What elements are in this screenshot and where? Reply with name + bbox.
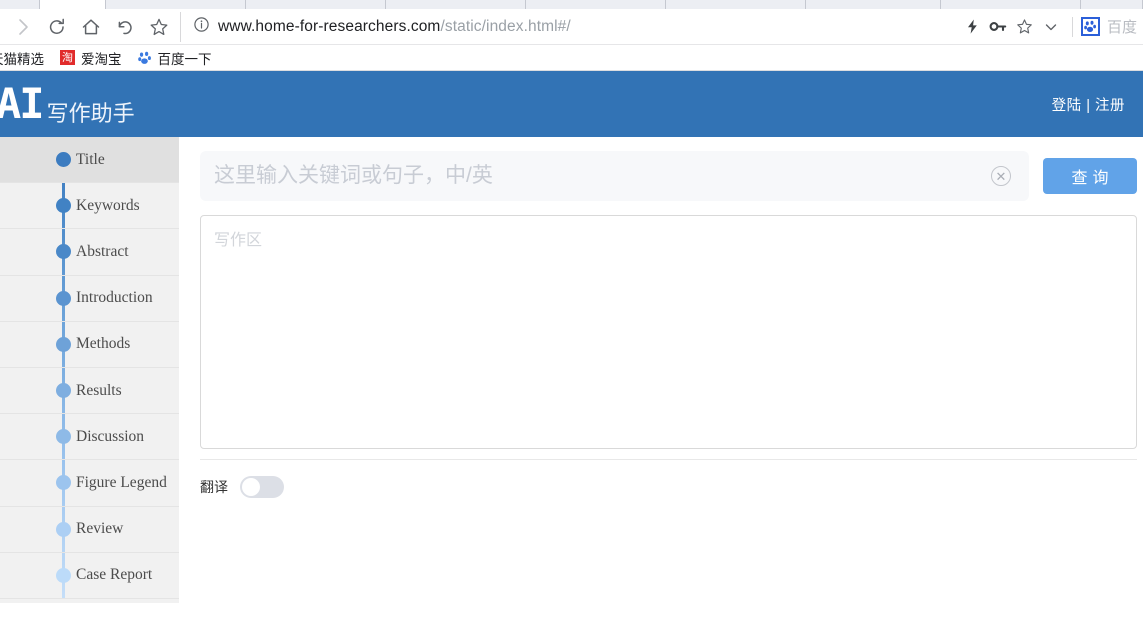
writing-area-textarea[interactable] [200,215,1137,449]
app-header: AI 写作助手 登陆 | 注册 [0,71,1143,137]
sidebar-item-label: Abstract [76,242,129,260]
app-body: Title Keywords Abstract Introduction Methods… [0,137,1143,619]
sidebar-item-label: Discussion [76,427,145,445]
translate-row: 翻译 [200,476,1137,498]
logo-text: 写作助手 [46,100,135,126]
info-circle-icon[interactable] [193,16,210,38]
sidebar-step-dot [56,290,71,306]
browser-chrome: www.home-for-researchers.com/static/inde… [0,0,1143,71]
search-row: ✕ 查询 [200,151,1137,201]
sidebar-item-label: Review [76,520,124,538]
bookmark-taobao[interactable]: 淘 爱淘宝 [60,48,122,68]
sidebar-step-dot [56,198,71,214]
key-icon[interactable] [986,13,1012,41]
bookmark-label: 爱淘宝 [81,51,122,67]
url-domain: www.home-for-researchers.com [218,17,441,35]
back-arrow-icon[interactable] [108,12,142,42]
sidebar-step-dot [56,152,71,168]
forward-icon[interactable] [6,12,40,42]
browser-tab[interactable] [806,0,941,9]
browser-tab[interactable] [666,0,806,9]
sidebar-item-case-report[interactable]: Case Report [0,553,179,599]
url-path: /static/index.html#/ [440,17,571,35]
search-engine-label: 百度 [1106,19,1137,36]
sidebar-step-dot [56,429,71,445]
bookmark-label: 百度一下 [157,51,212,67]
main-content: ✕ 查询 翻译 [179,137,1143,619]
sidebar-step-dot [56,567,71,583]
sidebar-item-keywords[interactable]: Keywords [0,183,179,230]
reload-icon[interactable] [40,12,74,42]
sidebar-item-label: Introduction [76,289,153,307]
baidu-paw-icon [1080,17,1100,36]
clear-glyph: ✕ [995,168,1007,184]
sidebar-item-introduction[interactable]: Introduction [0,276,179,322]
sidebar-item-label: Keywords [76,196,140,214]
taobao-icon: 淘 [60,50,75,65]
sidebar-item-label: Title [76,150,105,168]
logo-mark: AI [0,79,45,128]
bookmarks-bar: 天猫精选 淘 爱淘宝 百度一下 [0,45,1143,71]
chevron-down-icon[interactable] [1038,13,1064,41]
sidebar-step-dot [56,521,71,537]
browser-tab[interactable] [40,0,106,9]
sidebar-item-discussion[interactable]: Discussion [0,414,179,461]
favorite-star-icon[interactable] [1012,13,1038,41]
sidebar-item-label: Case Report [76,566,153,584]
browser-tab-strip[interactable] [0,0,1143,9]
taobao-glyph: 淘 [60,50,75,65]
sidebar-step-dot [56,244,71,260]
browser-tab[interactable] [941,0,1081,9]
search-field[interactable]: ✕ [200,151,1029,201]
auth-links[interactable]: 登陆 | 注册 [1052,94,1125,115]
home-icon[interactable] [74,12,108,42]
translate-label: 翻译 [200,479,228,495]
bookmark-star-icon[interactable] [142,12,176,42]
sidebar-item-results[interactable]: Results [0,368,179,415]
query-button[interactable]: 查询 [1043,158,1137,194]
sidebar-step-dot [56,336,71,352]
bookmark-label: 天猫精选 [0,51,44,67]
sidebar: Title Keywords Abstract Introduction Methods… [0,137,179,603]
lightning-icon[interactable] [960,13,986,41]
search-input[interactable] [214,164,991,188]
sidebar-item-label: Methods [76,335,131,353]
browser-tab[interactable] [386,0,526,9]
toolbar-right-group: 百度 [960,13,1137,41]
url-text: www.home-for-researchers.com/static/inde… [218,18,571,36]
bookmark-tmall[interactable]: 天猫精选 [0,48,44,68]
sidebar-item-methods[interactable]: Methods [0,322,179,368]
toolbar-divider [1071,16,1073,37]
app-logo[interactable]: AI 写作助手 [0,79,135,128]
browser-tab[interactable] [526,0,666,9]
sidebar-item-figure-legend[interactable]: Figure Legend [0,460,179,507]
sidebar-item-title[interactable]: Title [0,137,179,184]
sidebar-item-label: Figure Legend [76,473,167,491]
browser-tab[interactable] [246,0,386,9]
browser-tab[interactable] [1081,0,1143,9]
sidebar-item-review[interactable]: Review [0,507,179,553]
toggle-knob [242,478,260,496]
translate-toggle[interactable] [240,476,284,498]
content-divider [200,459,1137,460]
sidebar-item-label: Results [76,381,122,399]
browser-toolbar: www.home-for-researchers.com/static/inde… [0,9,1143,45]
baidu-paw-icon [137,51,152,65]
sidebar-item-list: Title Keywords Abstract Introduction Methods… [0,137,179,599]
search-engine-chip[interactable]: 百度 [1080,16,1137,37]
bookmark-baidu[interactable]: 百度一下 [137,48,212,68]
browser-tab[interactable] [0,0,40,9]
sidebar-step-dot [56,383,71,399]
sidebar-step-dot [56,475,71,491]
clear-circle-icon[interactable]: ✕ [991,166,1011,186]
address-bar[interactable]: www.home-for-researchers.com/static/inde… [180,11,954,42]
browser-tab[interactable] [106,0,246,9]
sidebar-item-abstract[interactable]: Abstract [0,229,179,276]
